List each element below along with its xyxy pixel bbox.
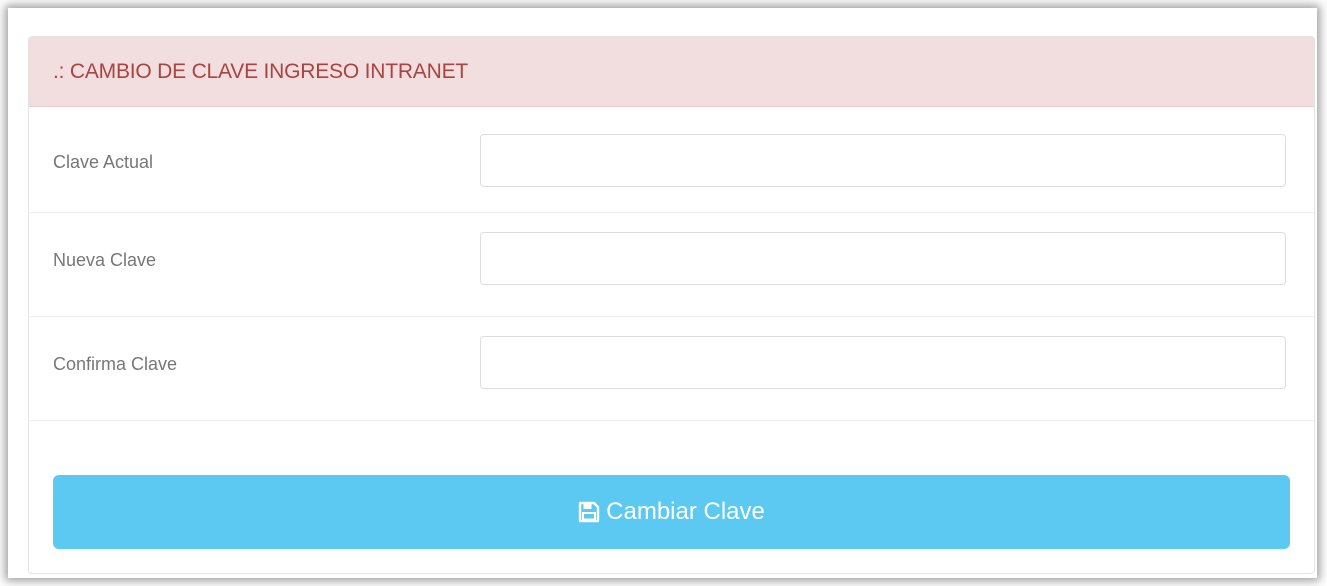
new-password-input[interactable] (480, 232, 1286, 285)
current-password-label: Clave Actual (53, 152, 154, 172)
save-icon (578, 501, 600, 523)
change-password-button-label: Cambiar Clave (606, 498, 765, 525)
new-password-label: Nueva Clave (53, 250, 157, 270)
panel-title: .: CAMBIO DE CLAVE INGRESO INTRANET (29, 37, 1314, 107)
confirm-password-label: Confirma Clave (53, 354, 178, 374)
change-password-button[interactable]: Cambiar Clave (53, 475, 1290, 549)
current-password-row: Clave Actual (29, 127, 1314, 213)
confirm-password-row: Confirma Clave (29, 317, 1314, 421)
password-form: Clave Actual Nueva Clave Confirma Clave (29, 107, 1314, 421)
change-password-panel: .: CAMBIO DE CLAVE INGRESO INTRANET Clav… (28, 36, 1315, 574)
confirm-password-input[interactable] (480, 336, 1286, 389)
new-password-row: Nueva Clave (29, 213, 1314, 317)
current-password-input[interactable] (480, 134, 1286, 187)
